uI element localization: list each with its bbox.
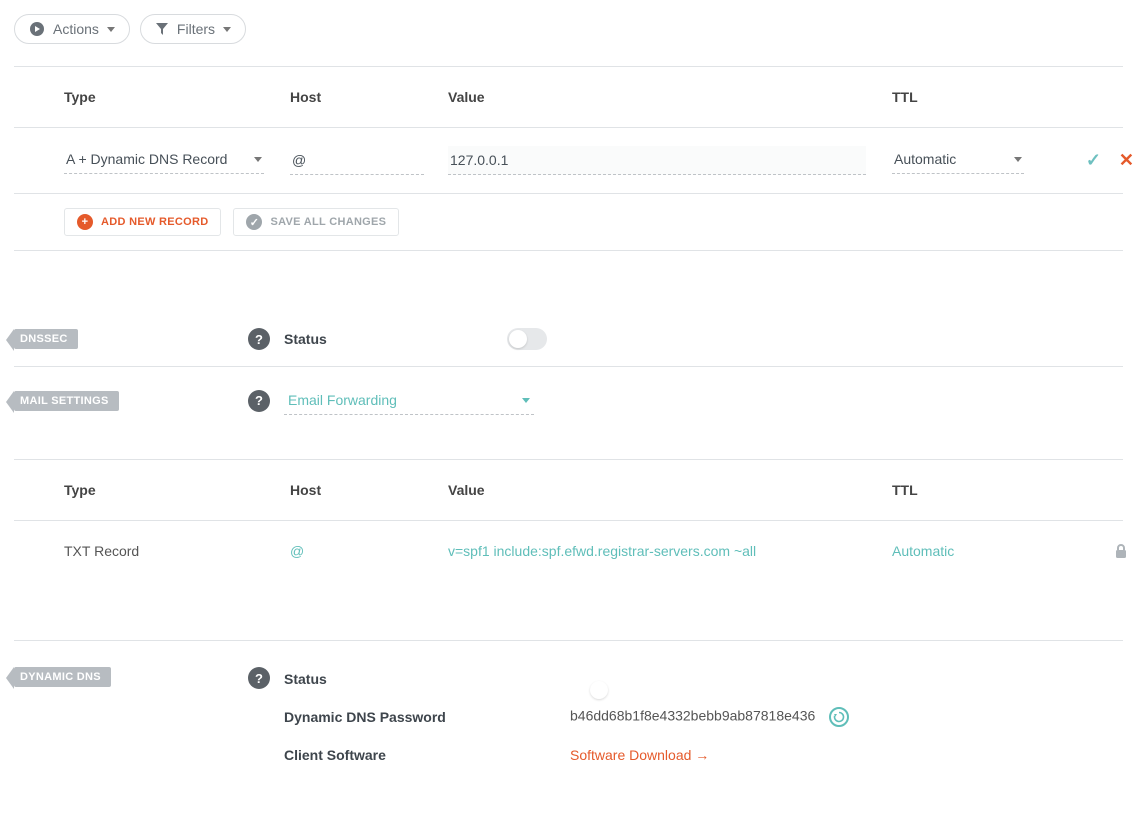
mail-settings-section: MAIL SETTINGS ? Email Forwarding: [14, 379, 1123, 421]
col-value: Value: [448, 89, 892, 105]
dnssec-status-toggle[interactable]: [507, 328, 547, 350]
funnel-icon: [155, 22, 169, 36]
lock-icon: [1066, 543, 1137, 559]
col-ttl: TTL: [892, 482, 1066, 498]
record-value-input[interactable]: [448, 146, 866, 175]
mail-record-row: TXT Record @ v=spf1 include:spf.efwd.reg…: [14, 521, 1123, 581]
mail-forwarding-value: Email Forwarding: [288, 392, 397, 408]
mail-record-type: TXT Record: [64, 543, 290, 559]
record-type-select[interactable]: A + Dynamic DNS Record: [64, 147, 264, 174]
mail-forwarding-select[interactable]: Email Forwarding: [284, 386, 534, 415]
software-download-link[interactable]: Software Download →: [570, 747, 1123, 763]
filters-label: Filters: [177, 21, 215, 37]
dnssec-section: DNSSEC ? Status: [14, 321, 1123, 367]
record-host-input[interactable]: [290, 146, 424, 175]
record-type-value: A + Dynamic DNS Record: [66, 151, 227, 167]
chevron-down-icon: [107, 27, 115, 32]
record-ttl-value: Automatic: [894, 151, 956, 167]
add-new-record-button[interactable]: + ADD NEW RECORD: [64, 208, 221, 236]
chevron-down-icon: [254, 157, 262, 162]
help-icon[interactable]: ?: [248, 328, 270, 350]
mail-record-value: v=spf1 include:spf.efwd.registrar-server…: [448, 543, 892, 559]
record-ttl-select[interactable]: Automatic: [892, 147, 1024, 174]
actions-button[interactable]: Actions: [14, 14, 130, 44]
dnssec-status-label: Status: [284, 331, 327, 347]
save-all-changes-button[interactable]: ✓ SAVE ALL CHANGES: [233, 208, 399, 236]
chevron-down-icon: [522, 398, 530, 403]
record-actions-bar: + ADD NEW RECORD ✓ SAVE ALL CHANGES: [14, 194, 1123, 251]
col-host: Host: [290, 482, 448, 498]
mail-table-header: Type Host Value TTL: [14, 459, 1123, 521]
dynamic-dns-section: DYNAMIC DNS ? Status Dynamic DNS Passwor…: [14, 653, 1123, 773]
dnssec-tag: DNSSEC: [14, 329, 78, 349]
col-ttl: TTL: [892, 89, 1066, 105]
chevron-down-icon: [1014, 157, 1022, 162]
mail-record-host: @: [290, 543, 448, 559]
dyndns-password-value: b46dd68b1f8e4332bebb9ab87818e436: [570, 708, 815, 724]
dynamic-dns-tag: DYNAMIC DNS: [14, 667, 111, 687]
record-edit-row: A + Dynamic DNS Record Automatic ✓ ✕: [14, 128, 1123, 194]
filters-button[interactable]: Filters: [140, 14, 246, 44]
refresh-icon[interactable]: [829, 707, 849, 727]
save-all-changes-label: SAVE ALL CHANGES: [270, 216, 386, 228]
help-icon[interactable]: ?: [248, 390, 270, 412]
play-icon: [29, 21, 45, 37]
col-type: Type: [64, 89, 290, 105]
check-icon: ✓: [246, 214, 262, 230]
dyndns-status-label: Status: [284, 671, 570, 687]
chevron-down-icon: [223, 27, 231, 32]
add-new-record-label: ADD NEW RECORD: [101, 216, 208, 228]
col-value: Value: [448, 482, 892, 498]
mail-record-ttl: Automatic: [892, 543, 1066, 559]
col-host: Host: [290, 89, 448, 105]
dyndns-password-label: Dynamic DNS Password: [284, 709, 570, 725]
cancel-icon[interactable]: ✕: [1119, 150, 1134, 171]
mail-settings-tag: MAIL SETTINGS: [14, 391, 119, 411]
records-table-header: Type Host Value TTL: [14, 66, 1123, 128]
plus-icon: +: [77, 214, 93, 230]
help-icon[interactable]: ?: [248, 667, 270, 689]
toolbar: Actions Filters: [14, 14, 1123, 44]
col-type: Type: [64, 482, 290, 498]
confirm-icon[interactable]: ✓: [1086, 150, 1101, 171]
actions-label: Actions: [53, 21, 99, 37]
client-software-label: Client Software: [284, 747, 570, 763]
